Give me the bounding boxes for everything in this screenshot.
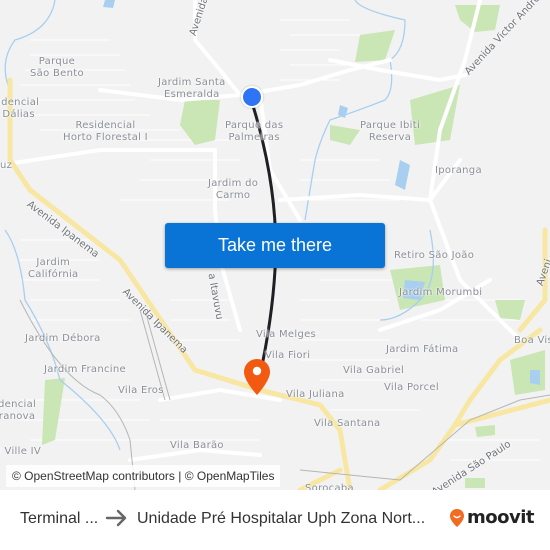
- place-label: Jardim Débora: [25, 333, 101, 344]
- moovit-pin-icon: [450, 508, 464, 527]
- place-label: Jardim Califórnia: [28, 257, 79, 280]
- arrow-right-icon: [105, 509, 127, 527]
- destination-pin-icon[interactable]: [243, 358, 271, 396]
- place-label: Parque Ibiti Reserva: [360, 120, 421, 143]
- place-label: Retiro São João: [394, 250, 475, 261]
- place-label: Parque São Bento: [30, 56, 84, 79]
- place-label: dencial ranova: [0, 399, 37, 422]
- origin-name: Terminal ...: [20, 510, 99, 527]
- destination-name: Unidade Pré Hospitalar Uph Zona Nort...: [137, 510, 426, 527]
- map[interactable]: Parque São Bento Jardim Santa Esmeralda id…: [0, 0, 550, 490]
- place-label: Parque das Palmeiras: [225, 120, 284, 143]
- place-label: Vila Melges: [256, 329, 317, 340]
- place-label: Vila Fiori: [265, 350, 311, 361]
- origin-marker[interactable]: [241, 86, 263, 108]
- moovit-logo[interactable]: moovit: [449, 507, 535, 528]
- place-label: l Ville IV: [0, 446, 42, 457]
- place-label: Jardim Santa Esmeralda: [158, 77, 226, 100]
- place-label: Residencial Horto Florestal I: [63, 120, 148, 143]
- place-label: Iporanga: [435, 165, 482, 176]
- place-label: Vila Juliana: [286, 389, 345, 400]
- place-label: Vila Santana: [314, 418, 381, 429]
- place-label: idencial Dálias: [0, 97, 40, 120]
- place-label: Vila Barão: [170, 440, 224, 451]
- place-label: Jardim do Carmo: [208, 178, 259, 201]
- place-label: Sorocaba: [305, 483, 354, 490]
- place-label: Vila Eros: [118, 385, 164, 396]
- place-label: Jardim Fátima: [386, 344, 459, 355]
- take-me-there-button[interactable]: Take me there: [165, 223, 385, 268]
- place-label: Boa Vis: [514, 335, 550, 346]
- place-label: Jardim Morumbi: [399, 287, 483, 298]
- route-footer: Terminal ... Unidade Pré Hospitalar Uph …: [0, 490, 550, 550]
- place-label: uz: [0, 160, 13, 171]
- place-label: Vila Gabriel: [343, 365, 405, 376]
- moovit-wordmark: moovit: [467, 507, 535, 528]
- place-label: Jardim Francine: [44, 364, 126, 375]
- map-attribution: © OpenStreetMap contributors | © OpenMap…: [6, 465, 281, 487]
- place-label: Vila Porcel: [384, 382, 439, 393]
